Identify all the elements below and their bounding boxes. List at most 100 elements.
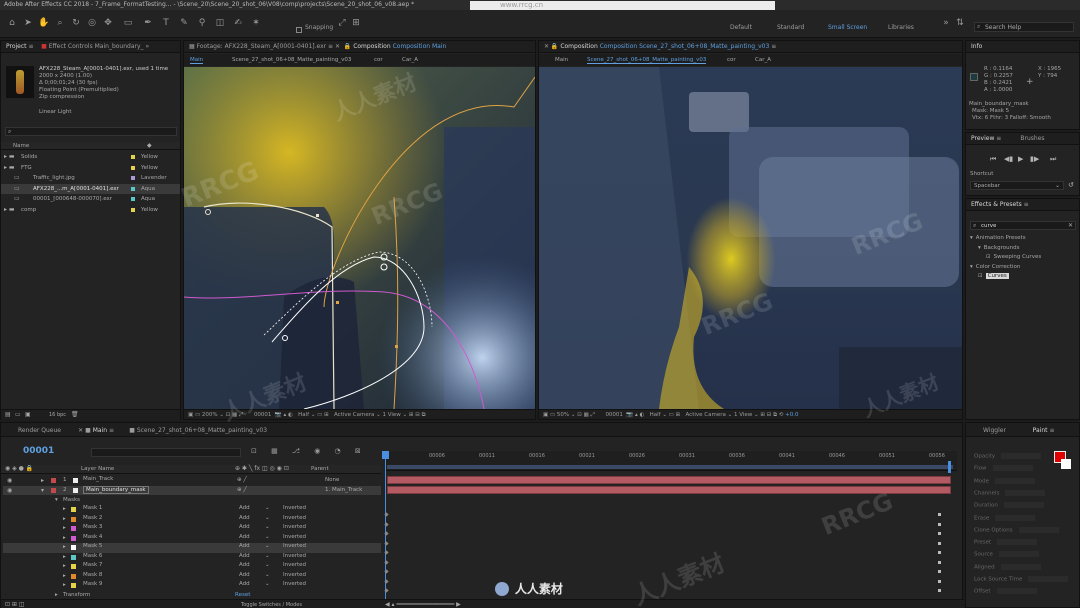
mask-inverted-checkbox[interactable]: Inverted <box>283 543 306 549</box>
grid-icon[interactable]: ⌄ ▭ ⊞ <box>311 412 332 418</box>
always-preview-icon[interactable]: ▣ ▭ <box>188 412 202 418</box>
mask-inverted-checkbox[interactable]: Inverted <box>283 572 306 578</box>
type-tool-icon[interactable]: T <box>160 17 172 29</box>
views-dropdown[interactable]: 1 View <box>382 412 400 418</box>
tab-info[interactable]: Info <box>971 43 982 50</box>
snapshot-icon[interactable]: 📷 ▴ ◐ <box>273 412 296 418</box>
zoom-dropdown[interactable]: 200% <box>202 412 218 418</box>
search-help-field[interactable]: ⌕ Search Help <box>974 22 1074 32</box>
mask-name[interactable]: Mask 9 <box>83 581 102 587</box>
paint-field-control[interactable] <box>997 539 1038 546</box>
chevron-right-icon[interactable]: ▸ <box>63 506 66 512</box>
workspace-menu-icon[interactable]: » <box>940 17 952 29</box>
mask-color[interactable] <box>71 526 76 532</box>
clear-icon[interactable]: ✕ <box>1068 222 1073 229</box>
project-row[interactable]: ▸ ▬ Solids Yellow <box>1 152 180 162</box>
keyframe-marker[interactable] <box>384 540 389 546</box>
mask-color[interactable] <box>71 583 76 589</box>
breadcrumb-matte[interactable]: Scene_27_shot_06+08_Matte_painting_v03 <box>232 57 351 63</box>
keyframe-marker[interactable] <box>938 570 941 573</box>
paint-field-control[interactable] <box>996 588 1037 595</box>
mask-name[interactable]: Mask 7 <box>83 562 102 568</box>
mask-name[interactable]: Mask 4 <box>83 534 102 540</box>
reset-link[interactable]: Reset <box>235 592 250 598</box>
snapshot-icon[interactable]: 📷 ▴ ◐ <box>625 412 648 418</box>
layer-label-color[interactable] <box>51 487 56 493</box>
mask-mode-dropdown[interactable]: Add <box>239 515 250 521</box>
keyframe-marker[interactable] <box>384 569 389 574</box>
hand-tool-icon[interactable]: ✋ <box>38 17 50 29</box>
label-swatch[interactable] <box>131 155 135 159</box>
paint-field[interactable]: Channels <box>974 489 1046 496</box>
tab-project[interactable]: Project <box>6 43 27 50</box>
layer-bar-main-track[interactable] <box>387 476 951 484</box>
clone-stamp-tool-icon[interactable]: ⚲ <box>196 17 208 29</box>
previous-frame-icon[interactable]: ◀▮ <box>1004 155 1013 163</box>
tab-paint[interactable]: Paint <box>1033 427 1048 434</box>
snapping-checkbox[interactable] <box>296 27 302 33</box>
mask-mode-dropdown[interactable]: Add <box>239 553 250 559</box>
tab-main[interactable]: Main <box>93 427 107 434</box>
snap-options-icon[interactable]: ⤢ <box>336 17 348 29</box>
mask-inverted-checkbox[interactable]: Inverted <box>283 505 306 511</box>
trash-icon[interactable]: 🗑 <box>71 411 79 418</box>
mask-inverted-checkbox[interactable]: Inverted <box>283 534 306 540</box>
mask-color[interactable] <box>71 554 76 560</box>
mask-mode-dropdown[interactable]: Add <box>239 534 250 540</box>
workspace-libraries[interactable]: Libraries <box>888 24 914 31</box>
region-of-interest-icon[interactable]: ⌄ ⊡ ▦ ⤢ <box>571 412 604 418</box>
panel-menu-icon[interactable]: ≡ <box>771 43 776 50</box>
brush-tool-icon[interactable]: ✎ <box>178 17 190 29</box>
paint-field-control[interactable] <box>1028 576 1069 582</box>
layer-row[interactable]: ◉ ▾ 2 Main_boundary_mask ⊕ ╱ 1. Main_Track <box>3 485 381 496</box>
composition-viewer-canvas[interactable] <box>539 67 962 409</box>
lock-icon[interactable]: ≡ ✕ 🔒 <box>328 43 353 50</box>
paint-field[interactable]: Mode <box>974 477 1035 484</box>
mask-inverted-checkbox[interactable]: Inverted <box>283 562 306 568</box>
chevron-right-icon[interactable]: ▸ <box>63 544 66 550</box>
paint-field-control[interactable] <box>1018 526 1059 533</box>
bpc-label[interactable]: 16 bpc <box>49 412 66 418</box>
label-swatch[interactable] <box>131 165 135 170</box>
new-folder-icon[interactable]: ▭ <box>15 411 21 418</box>
keyframe-marker[interactable] <box>938 551 941 554</box>
mask-name[interactable]: Mask 5 <box>83 543 102 549</box>
breadcrumb-main[interactable]: Main <box>190 57 204 64</box>
effects-item[interactable]: ⊡ Curves <box>978 273 1009 279</box>
playhead[interactable] <box>385 451 386 608</box>
views-icons[interactable]: ⌄ ⊞ ⊟ ⧉ <box>403 412 426 418</box>
work-area-end[interactable] <box>948 461 951 473</box>
mask-name[interactable]: Mask 1 <box>83 505 102 511</box>
rotate-tool-icon[interactable]: ↻ <box>70 17 82 29</box>
mask-mode-dropdown[interactable]: Add <box>239 562 250 568</box>
paint-field[interactable]: Duration <box>974 502 1044 509</box>
current-frame[interactable]: 00001 <box>254 412 272 418</box>
mask-color[interactable] <box>71 516 76 522</box>
mask-row[interactable]: ▸ Mask 5 Add ⌄ Inverted <box>3 543 381 553</box>
close-icon[interactable]: ✕ 🔒 <box>544 43 560 50</box>
layer-row[interactable]: ◉ ▸ 1 Main_Track ⊕ ╱ None <box>3 476 381 485</box>
workspace-standard[interactable]: Standard <box>777 24 804 31</box>
chevron-right-icon[interactable]: ▸ <box>63 573 66 579</box>
tab-preview[interactable]: Preview <box>971 135 994 142</box>
views-icons[interactable]: ⌄ ⊞ ⊟ ⧉ ⟲ <box>754 412 785 418</box>
mask-row[interactable]: ▸ Mask 9 Add ⌄ Inverted <box>3 581 381 590</box>
paint-field-control[interactable] <box>995 514 1036 521</box>
background-color-swatch[interactable] <box>1061 459 1071 469</box>
paint-field-control[interactable] <box>995 477 1035 484</box>
grid-icon[interactable]: ⌄ ▭ ⊞ <box>662 412 683 418</box>
close-icon[interactable]: ▦ <box>189 43 197 50</box>
time-ruler[interactable]: 00006 00011 00016 00021 00026 00031 00036 00041… <box>385 451 957 471</box>
tab-effect-controls[interactable]: Effect Controls Main_boundary_ <box>49 43 144 50</box>
interpret-footage-icon[interactable]: ▤ <box>5 411 11 418</box>
mask-mode-dropdown[interactable]: Add <box>239 543 250 549</box>
breadcrumb-cor[interactable]: cor <box>727 57 736 63</box>
effects-item[interactable]: ▾ Color Correction <box>970 264 1020 270</box>
mask-mode-dropdown[interactable]: Add <box>239 572 250 578</box>
chevron-right-icon[interactable]: ▸ <box>63 563 66 569</box>
eraser-tool-icon[interactable]: ◫ <box>214 17 226 29</box>
camera-dropdown[interactable]: Active Camera <box>686 412 726 418</box>
shortcut-dropdown[interactable]: Spacebar ⌄ <box>970 181 1064 190</box>
keyframe-marker[interactable] <box>384 550 389 555</box>
keyframe-marker[interactable] <box>938 560 941 564</box>
